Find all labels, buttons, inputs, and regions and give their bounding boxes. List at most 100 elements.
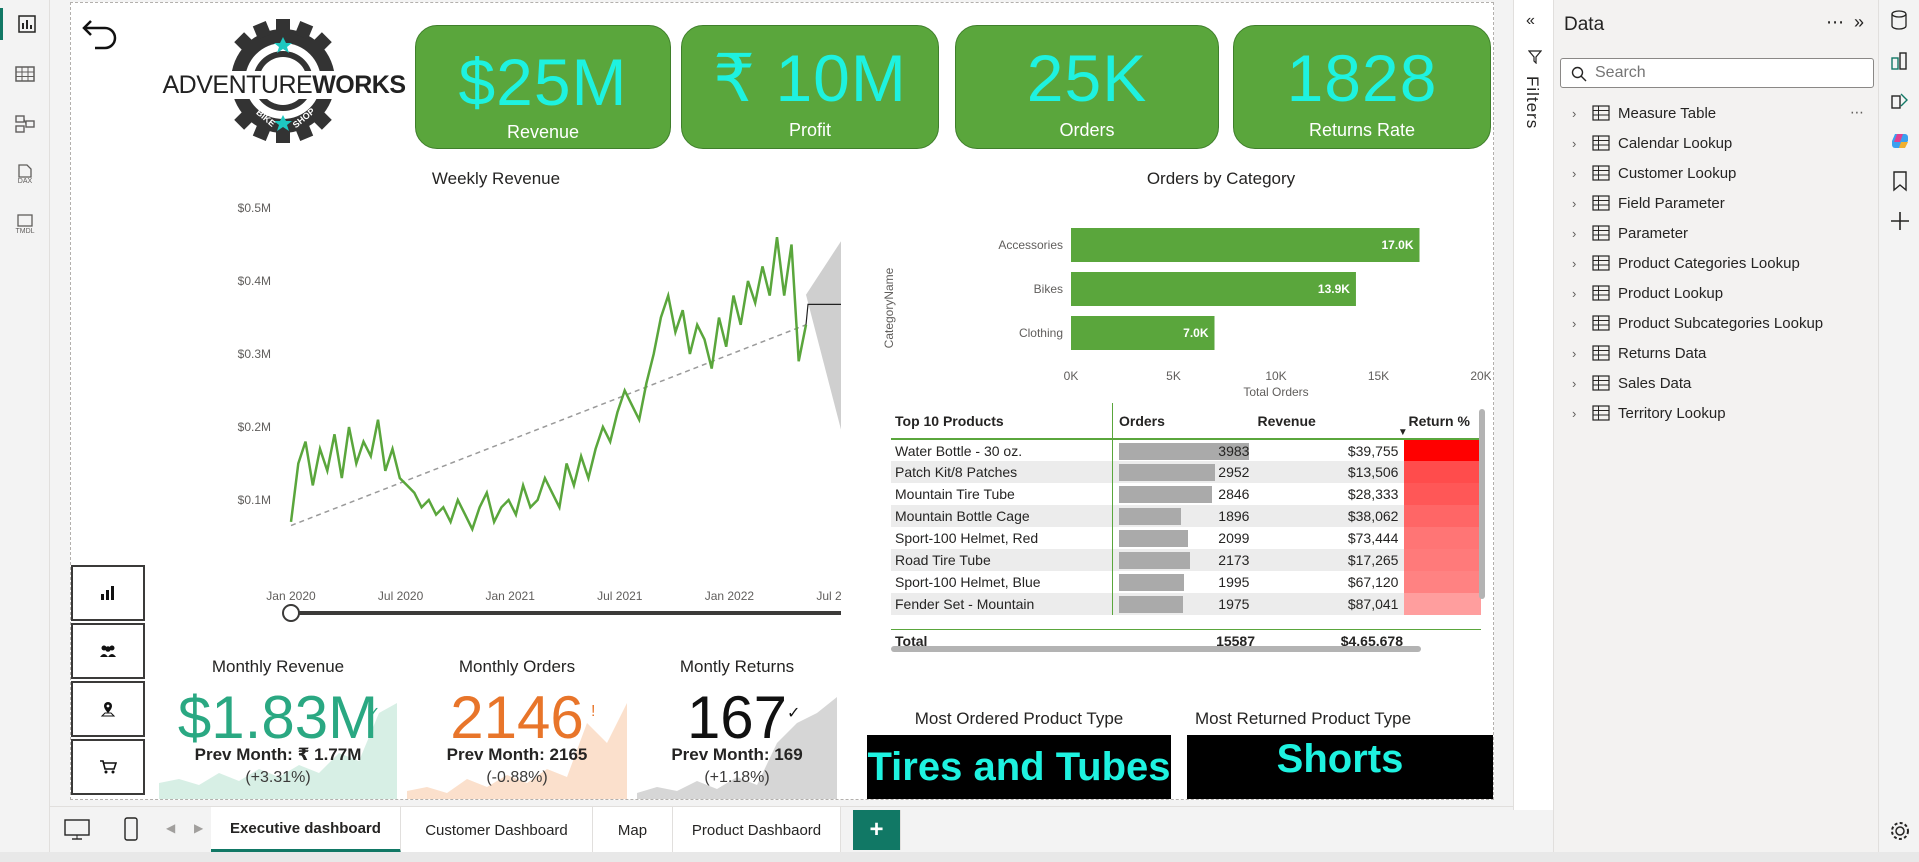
table-hscrollbar[interactable] bbox=[891, 646, 1421, 652]
table-view-button[interactable] bbox=[9, 58, 41, 90]
return-pct-cell bbox=[1404, 461, 1481, 483]
format-visual-icon[interactable] bbox=[1889, 90, 1911, 112]
expand-chevron-icon[interactable]: › bbox=[1572, 346, 1588, 361]
collapse-pane-icon[interactable]: » bbox=[1854, 12, 1864, 33]
report-view-button[interactable] bbox=[0, 8, 50, 40]
monthly-revenue-card[interactable]: Monthly Revenue $1.83M ✓ Prev Month: ₹ 1… bbox=[159, 653, 397, 799]
nav-map-button[interactable] bbox=[71, 681, 145, 737]
nav-product-button[interactable] bbox=[71, 739, 145, 795]
data-table-territory-lookup[interactable]: › Territory Lookup bbox=[1572, 400, 1726, 426]
expand-chevron-icon[interactable]: › bbox=[1572, 226, 1588, 241]
expand-chevron-icon[interactable]: › bbox=[1572, 136, 1588, 151]
kpi-orders[interactable]: 25K Orders bbox=[955, 25, 1219, 149]
expand-chevron-icon[interactable]: › bbox=[1572, 376, 1588, 391]
kpi-profit-value: ₹ 10M bbox=[713, 41, 907, 115]
data-table-label: Returns Data bbox=[1618, 344, 1707, 362]
tab-map[interactable]: Map bbox=[593, 807, 673, 853]
expand-chevron-icon[interactable]: › bbox=[1572, 316, 1588, 331]
weekly-revenue-chart[interactable]: $0.5M $0.4M $0.3M $0.2M $0.1M Jan 2020 Jul 20… bbox=[141, 193, 841, 623]
nav-customer-button[interactable] bbox=[71, 623, 145, 679]
table-row[interactable]: Sport-100 Helmet, Blue 1995 $67,120 bbox=[891, 571, 1481, 593]
kpi-returns-rate[interactable]: 1828 Returns Rate bbox=[1233, 25, 1491, 149]
kpi-profit[interactable]: ₹ 10M Profit bbox=[681, 25, 939, 149]
most-returned-card[interactable]: Most Returned Product Type Shorts bbox=[1187, 705, 1493, 801]
tab-scroll-right-icon[interactable]: ▶ bbox=[194, 821, 203, 835]
slider-start-handle[interactable] bbox=[282, 604, 300, 622]
bookmark-icon[interactable] bbox=[1891, 170, 1909, 192]
expand-chevron-icon[interactable]: › bbox=[1572, 196, 1588, 211]
table-row[interactable]: Road Tire Tube 2173 $17,265 bbox=[891, 549, 1481, 571]
filters-label[interactable]: Filters bbox=[1522, 76, 1542, 129]
copilot-icon[interactable] bbox=[1889, 130, 1911, 152]
tab-customer-dashboard[interactable]: Customer Dashboard bbox=[401, 807, 593, 853]
obc-bar[interactable] bbox=[1071, 228, 1420, 262]
table-vscrollbar[interactable] bbox=[1479, 409, 1485, 599]
col-header-product[interactable]: Top 10 Products bbox=[891, 403, 1113, 440]
orders-cell: 1896 bbox=[1112, 505, 1254, 527]
table-row[interactable]: Sport-100 Helmet, Red 2099 $73,444 bbox=[891, 527, 1481, 549]
data-table-parameter[interactable]: › Parameter bbox=[1572, 220, 1688, 246]
most-ordered-card[interactable]: Most Ordered Product Type Tires and Tube… bbox=[867, 705, 1171, 801]
kpi-revenue[interactable]: $25M Revenue bbox=[415, 25, 671, 149]
measure-table-more-icon[interactable]: ⋯ bbox=[1850, 104, 1864, 121]
data-table-customer-lookup[interactable]: › Customer Lookup bbox=[1572, 160, 1736, 186]
report-canvas: ADVENTURE WORKS BIKE SHOP $25M Revenue ₹ … bbox=[70, 2, 1494, 800]
most-ordered-title: Most Ordered Product Type bbox=[914, 709, 1124, 728]
data-table-returns-data[interactable]: › Returns Data bbox=[1572, 340, 1706, 366]
table-row[interactable]: Patch Kit/8 Patches 2952 $13,506 bbox=[891, 461, 1481, 483]
monthly-orders-card[interactable]: Monthly Orders 2146 ! Prev Month: 2165 (… bbox=[407, 653, 627, 799]
obc-category-label: Clothing bbox=[1019, 326, 1063, 340]
product-name: Mountain Bottle Cage bbox=[891, 505, 1113, 527]
col-header-revenue[interactable]: Revenue bbox=[1253, 403, 1405, 440]
tab-scroll-left-icon[interactable]: ◀ bbox=[166, 821, 175, 835]
data-table-label: Product Categories Lookup bbox=[1618, 254, 1800, 272]
data-table-field-parameter[interactable]: › Field Parameter bbox=[1572, 190, 1725, 216]
settings-gear-icon[interactable] bbox=[1889, 820, 1911, 842]
data-pane-icon[interactable] bbox=[1890, 10, 1908, 30]
tab-product-dashboard[interactable]: Product Dashbaord bbox=[673, 807, 841, 853]
nav-executive-button[interactable] bbox=[71, 565, 145, 621]
monthly-returns-card[interactable]: Montly Returns 167 ✓ Prev Month: 169 (+1… bbox=[637, 653, 837, 799]
expand-chevron-icon[interactable]: › bbox=[1572, 106, 1588, 121]
tmdl-icon bbox=[17, 213, 33, 227]
data-table-product-categories-lookup[interactable]: › Product Categories Lookup bbox=[1572, 250, 1800, 276]
kpi-returns-label: Returns Rate bbox=[1308, 120, 1416, 140]
data-table-calendar-lookup[interactable]: › Calendar Lookup bbox=[1572, 130, 1732, 156]
top-products-table[interactable]: Top 10 Products Orders Revenue Return % ▼… bbox=[891, 403, 1487, 653]
weekly-xtick: Jan 2020 bbox=[266, 589, 316, 603]
data-table-product-subcategories-lookup[interactable]: › Product Subcategories Lookup bbox=[1572, 310, 1823, 336]
table-row[interactable]: Water Bottle - 30 oz. 3983 $39,755 bbox=[891, 439, 1481, 461]
table-row[interactable]: Mountain Bottle Cage 1896 $38,062 bbox=[891, 505, 1481, 527]
expand-chevron-icon[interactable]: › bbox=[1572, 166, 1588, 181]
revenue-value: $87,041 bbox=[1253, 593, 1405, 615]
sort-desc-icon[interactable]: ▼ bbox=[1398, 427, 1408, 438]
add-pane-icon[interactable] bbox=[1889, 210, 1911, 232]
model-view-button[interactable] bbox=[9, 108, 41, 140]
filters-pane-collapsed[interactable]: « Filters bbox=[1513, 0, 1553, 810]
more-options-icon[interactable]: ⋯ bbox=[1826, 12, 1844, 33]
data-search-input[interactable] bbox=[1595, 63, 1865, 83]
col-header-return[interactable]: Return % ▼ bbox=[1398, 403, 1481, 440]
expand-chevron-icon[interactable]: › bbox=[1572, 406, 1588, 421]
orders-by-category-chart[interactable]: CategoryName Accessories 17.0K Bikes 13.9K Cl… bbox=[881, 208, 1491, 408]
obc-bar[interactable] bbox=[1071, 272, 1356, 306]
back-arrow-icon[interactable] bbox=[79, 7, 123, 51]
dax-query-view-button[interactable]: DAX bbox=[9, 158, 41, 190]
col-header-orders[interactable]: Orders bbox=[1112, 403, 1254, 440]
tab-executive-dashboard[interactable]: Executive dashboard bbox=[211, 807, 401, 853]
mobile-layout-icon[interactable] bbox=[124, 817, 138, 841]
visualizations-icon[interactable] bbox=[1889, 50, 1911, 72]
expand-chevron-icon[interactable]: › bbox=[1572, 286, 1588, 301]
monthly-revenue-value: $1.83M bbox=[177, 684, 379, 751]
data-table-product-lookup[interactable]: › Product Lookup bbox=[1572, 280, 1723, 306]
tmdl-view-button[interactable]: TMDL bbox=[9, 208, 41, 240]
expand-chevron-icon[interactable]: › bbox=[1572, 256, 1588, 271]
add-page-button[interactable]: + bbox=[853, 810, 901, 850]
data-table-sales-data[interactable]: › Sales Data bbox=[1572, 370, 1691, 396]
desktop-layout-icon[interactable] bbox=[64, 819, 90, 841]
data-table-measure-table[interactable]: › Measure Table bbox=[1572, 100, 1716, 126]
data-search-box[interactable] bbox=[1560, 58, 1874, 88]
table-row[interactable]: Mountain Tire Tube 2846 $28,333 bbox=[891, 483, 1481, 505]
table-row[interactable]: Fender Set - Mountain 1975 $87,041 bbox=[891, 593, 1481, 615]
expand-filters-icon[interactable]: « bbox=[1526, 12, 1535, 30]
